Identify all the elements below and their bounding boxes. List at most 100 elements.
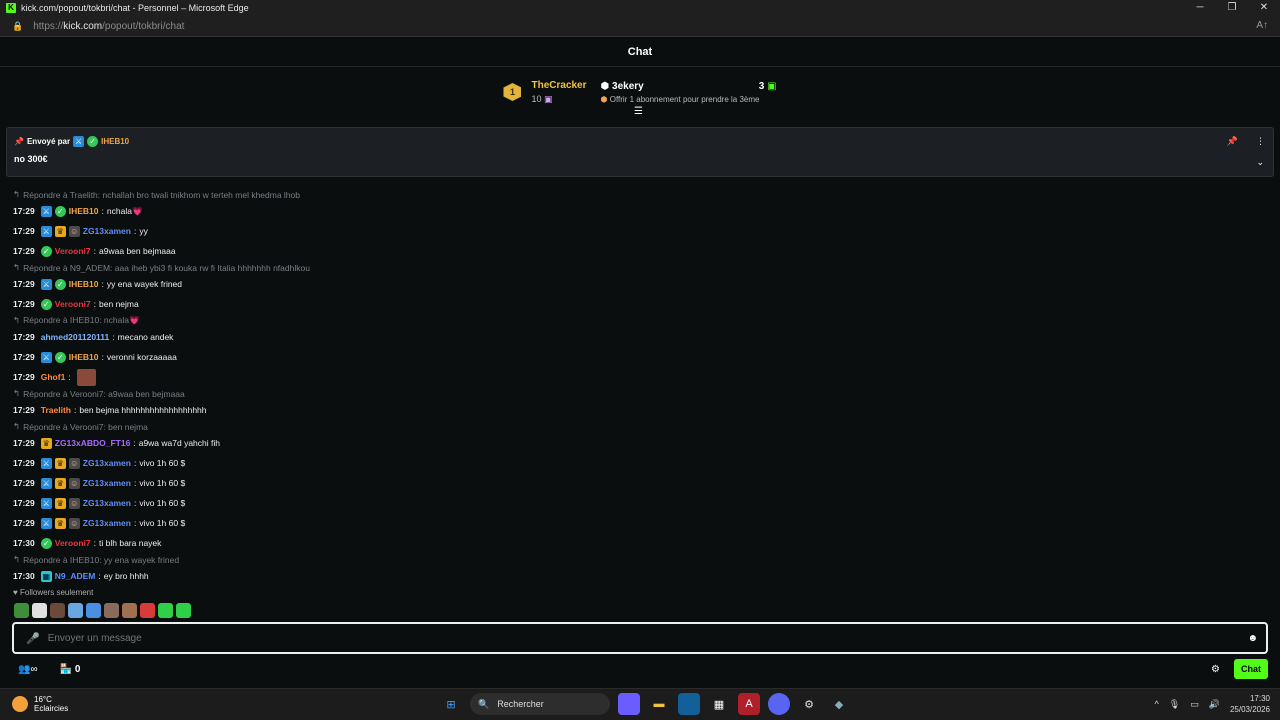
message-colon: : xyxy=(101,206,104,216)
chat-message[interactable]: 17:29 ♛ ZG13xABDO_FT16: a9wa wa7d yahchi f… xyxy=(13,433,1263,453)
chat-message[interactable]: 17:29 ⚔ ♛ ☺ ZG13xamen: vivo 1h 60 $ xyxy=(13,453,1263,473)
reply-text: Répondre à Traelith: nchallah bro twali … xyxy=(23,189,300,200)
chat-message[interactable]: 17:29 ahmed201120111: mecano andek xyxy=(13,327,1263,347)
store-app-icon[interactable]: ▦ xyxy=(708,693,730,715)
message-username[interactable]: Verooni7 xyxy=(55,299,91,309)
chevron-up-icon[interactable]: ^ xyxy=(1155,699,1159,709)
rank-badge-icon: 1 xyxy=(503,83,522,101)
minimize-button[interactable]: ─ xyxy=(1184,0,1216,16)
more-options-icon[interactable]: ⋮ xyxy=(1256,136,1265,147)
reply-context[interactable]: ↰ Répondre à N9_ADEM: aaa iheb ybi3 fi ko… xyxy=(13,261,1263,274)
chat-send-button[interactable]: Chat xyxy=(1234,659,1268,679)
message-username[interactable]: Verooni7 xyxy=(55,246,91,256)
copilot-icon[interactable] xyxy=(618,693,640,715)
emote-quick-icon[interactable] xyxy=(176,603,191,618)
message-list: ↰ Répondre à Traelith: nchallah bro twali… xyxy=(13,188,1263,586)
reply-context[interactable]: ↰ Répondre à Verooni7: a9waa ben bejmaaa xyxy=(13,387,1263,400)
search-icon: 🔍 xyxy=(478,698,490,709)
close-button[interactable]: ✕ xyxy=(1248,0,1280,16)
message-colon: : xyxy=(133,518,137,528)
chat-message[interactable]: 17:30 ▦ N9_ADEM: ey bro hhhh xyxy=(13,566,1263,586)
lock-icon[interactable]: 🔒 xyxy=(12,21,23,32)
message-username[interactable]: IHEB10 xyxy=(69,279,99,289)
emote-quick-icon[interactable] xyxy=(158,603,173,618)
start-icon[interactable]: ⊞ xyxy=(440,693,462,715)
chat-message[interactable]: 17:29 ⚔ ♛ ☺ ZG13xamen: vivo 1h 60 $ xyxy=(13,473,1263,493)
taskbar-search[interactable]: 🔍 Rechercher xyxy=(470,693,610,715)
moderator-badge-icon: ⚔ xyxy=(40,497,52,509)
store-wrap[interactable]: 🏪 0 xyxy=(60,664,81,675)
message-username[interactable]: ZG13xamen xyxy=(83,518,131,528)
steam-alt-icon[interactable]: ◆ xyxy=(828,693,850,715)
emote-quick-icon[interactable] xyxy=(140,603,155,618)
chat-message[interactable]: 17:29 ✓ Verooni7: a9waa ben bejmaaa xyxy=(13,241,1263,261)
message-username[interactable]: ZG13xamen xyxy=(83,478,131,488)
mic-icon[interactable]: 🎤 xyxy=(26,632,40,645)
message-input-box[interactable]: 🎤 ☻ xyxy=(12,622,1268,654)
volume-icon[interactable]: 🔊 xyxy=(1209,699,1220,710)
settings-icon[interactable]: ⚙ xyxy=(1211,664,1220,675)
chat-message[interactable]: 17:29 Ghof1: xyxy=(13,367,1263,387)
restore-button[interactable]: ❐ xyxy=(1216,0,1248,16)
chat-message[interactable]: 17:29 Traelith: ben bejma hhhhhhhhhhhhhhh… xyxy=(13,400,1263,420)
emote-quick-icon[interactable] xyxy=(86,603,101,618)
message-username[interactable]: ZG13xamen xyxy=(83,458,131,468)
chat-message[interactable]: 17:29 ⚔ ✓ IHEB10: veronni korzaaaaa xyxy=(13,347,1263,367)
emoji-icon[interactable]: ☻ xyxy=(1247,633,1258,644)
address-bar[interactable]: 🔒 https://kick.com/popout/tokbri/chat A↑ xyxy=(0,16,1280,37)
message-username[interactable]: IHEB10 xyxy=(69,352,99,362)
message-text: ben nejma xyxy=(99,299,139,309)
emote-quick-icon[interactable] xyxy=(14,603,29,618)
message-username[interactable]: ZG13xamen xyxy=(83,498,131,508)
chat-message[interactable]: 17:29 ✓ Verooni7: ben nejma xyxy=(13,294,1263,314)
message-input[interactable] xyxy=(47,632,1248,644)
reply-context[interactable]: ↰ Répondre à IHEB10: nchala💗 xyxy=(13,314,1263,327)
reply-context[interactable]: ↰ Répondre à Verooni7: ben nejma xyxy=(13,420,1263,433)
emote-quick-icon[interactable] xyxy=(68,603,83,618)
chat-message[interactable]: 17:29 ⚔ ♛ ☺ ZG13xamen: vivo 1h 60 $ xyxy=(13,493,1263,513)
discord-icon[interactable] xyxy=(768,693,790,715)
message-username[interactable]: ZG13xamen xyxy=(83,226,131,236)
message-time: 17:29 xyxy=(13,352,35,362)
chat-message[interactable]: 17:29 ⚔ ✓ IHEB10: yy ena wayek frined xyxy=(13,274,1263,294)
mic-tray-icon[interactable]: 🎙 xyxy=(1169,699,1180,710)
message-username[interactable]: IHEB10 xyxy=(69,206,99,216)
emote-quick-icon[interactable] xyxy=(122,603,137,618)
message-username[interactable]: Verooni7 xyxy=(55,538,91,548)
message-username[interactable]: ahmed201120111 xyxy=(41,332,110,342)
emote-quick-icon[interactable] xyxy=(50,603,65,618)
chat-message[interactable]: 17:29 ⚔ ♛ ☺ ZG13xamen: vivo 1h 60 $ xyxy=(13,513,1263,533)
edge-icon[interactable] xyxy=(678,693,700,715)
acrobat-icon[interactable]: A xyxy=(738,693,760,715)
chat-message[interactable]: 17:30 ✓ Verooni7: ti blh bara nayek xyxy=(13,533,1263,553)
unpin-icon[interactable]: 📌 xyxy=(1227,136,1238,147)
chat-message[interactable]: 17:29 ⚔ ✓ IHEB10: nchala💗 xyxy=(13,201,1263,221)
message-colon: : xyxy=(133,458,137,468)
second-name[interactable]: 3ekery xyxy=(612,81,644,92)
leader-name[interactable]: TheCracker xyxy=(531,80,586,91)
steam-icon[interactable]: ⚙ xyxy=(798,693,820,715)
message-username[interactable]: Traelith xyxy=(41,405,71,415)
file-explorer-icon[interactable]: ▬ xyxy=(648,693,670,715)
emote-quick-icon[interactable] xyxy=(32,603,47,618)
reply-context[interactable]: ↰ Répondre à IHEB10: yy ena wayek frined xyxy=(13,553,1263,566)
collapse-icon[interactable]: ☰ xyxy=(634,106,643,117)
message-username[interactable]: N9_ADEM xyxy=(55,571,96,581)
clock[interactable]: 17:30 25/03/2026 xyxy=(1230,693,1270,715)
message-username[interactable]: Ghof1 xyxy=(41,372,66,382)
reply-context[interactable]: ↰ Répondre à Traelith: nchallah bro twali… xyxy=(13,188,1263,201)
second-count: 3 xyxy=(758,80,765,92)
emote-quick-icon[interactable] xyxy=(104,603,119,618)
verified-badge-icon: ✓ xyxy=(54,205,66,217)
pinned-user[interactable]: IHEB10 xyxy=(101,137,129,146)
weather-widget[interactable]: 16°C Eclaircies xyxy=(12,695,68,713)
moderator-badge-icon: ⚔ xyxy=(40,457,52,469)
chat-message[interactable]: 17:29 ⚔ ♛ ☺ ZG13xamen: yy xyxy=(13,221,1263,241)
chevron-down-icon[interactable]: ⌄ xyxy=(1256,157,1264,168)
read-aloud-icon[interactable]: A↑ xyxy=(1256,20,1268,31)
message-username[interactable]: ZG13xABDO_FT16 xyxy=(55,438,131,448)
users-icon[interactable]: 👥∞ xyxy=(18,664,38,675)
sub-gifter-badge-icon: ▦ xyxy=(40,570,52,582)
search-label: Rechercher xyxy=(497,699,544,709)
network-icon[interactable]: ▭ xyxy=(1190,699,1199,710)
